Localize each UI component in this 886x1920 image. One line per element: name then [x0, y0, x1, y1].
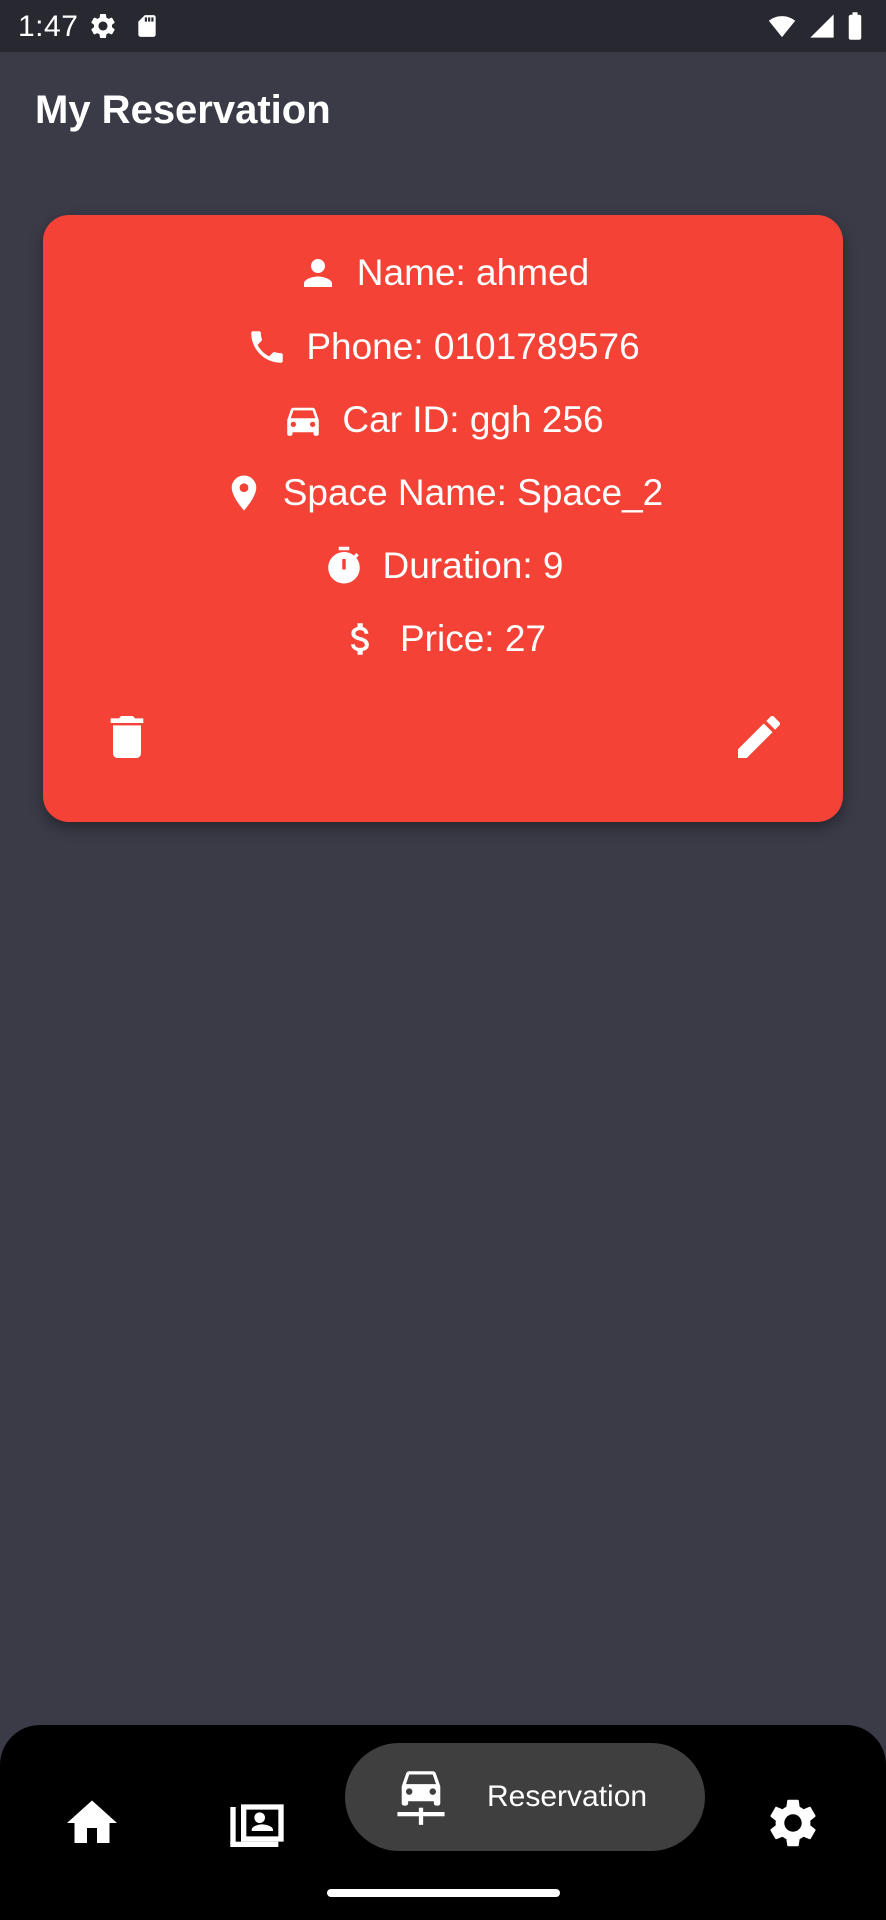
status-right-icons — [766, 11, 864, 41]
gallery-icon — [225, 1791, 289, 1855]
battery-icon — [846, 11, 864, 41]
car-id-text: Car ID: ggh 256 — [342, 399, 604, 440]
cell-signal-icon — [808, 12, 836, 40]
space-name-text: Space Name: Space_2 — [282, 472, 664, 513]
page-title: My Reservation — [35, 88, 331, 132]
reservation-card: Name: ahmed Phone: 0101789576 Car ID: gg… — [43, 215, 843, 822]
phone-icon — [246, 326, 288, 368]
delete-button[interactable] — [95, 705, 159, 769]
delete-icon — [99, 709, 155, 765]
timer-icon — [323, 545, 365, 587]
home-icon — [62, 1793, 122, 1853]
edit-icon — [731, 709, 787, 765]
phone-row: Phone: 0101789576 — [43, 317, 843, 377]
status-time: 1:47 — [18, 10, 79, 43]
car-parking-icon — [395, 1767, 447, 1827]
status-left-icons — [88, 11, 160, 41]
settings-icon — [764, 1794, 822, 1852]
status-bar: 1:47 — [0, 0, 886, 52]
name-text: Name: ahmed — [356, 252, 590, 293]
screen: 1:47 My Reservation Name: ahmed Phone: 0… — [0, 0, 886, 1920]
edit-button[interactable] — [727, 705, 791, 769]
price-row: Price: 27 — [43, 609, 843, 669]
nav-gallery[interactable] — [212, 1783, 302, 1863]
space-name-row: Space Name: Space_2 — [43, 463, 843, 523]
nav-reservation-label: Reservation — [487, 1780, 648, 1813]
nav-reservation[interactable]: Reservation — [345, 1743, 705, 1851]
phone-text: Phone: 0101789576 — [306, 326, 640, 367]
name-row: Name: ahmed — [43, 243, 843, 303]
sd-card-icon — [134, 12, 160, 40]
wifi-icon — [766, 12, 798, 40]
person-icon — [297, 252, 339, 294]
car-icon — [282, 399, 324, 441]
nav-settings[interactable] — [748, 1783, 838, 1863]
duration-row: Duration: 9 — [43, 536, 843, 596]
dollar-icon — [340, 618, 382, 660]
nav-home[interactable] — [47, 1783, 137, 1863]
car-id-row: Car ID: ggh 256 — [43, 390, 843, 450]
home-indicator[interactable] — [327, 1889, 560, 1897]
bottom-navigation: Reservation — [0, 1725, 886, 1920]
location-pin-icon — [223, 472, 265, 514]
duration-text: Duration: 9 — [382, 545, 564, 586]
settings-gear-icon — [88, 11, 118, 41]
price-text: Price: 27 — [399, 618, 546, 659]
